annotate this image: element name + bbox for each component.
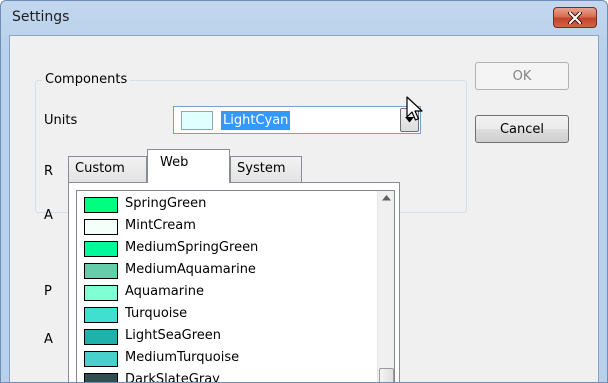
mouse-pointer-icon xyxy=(406,96,423,121)
color-name: MediumSpringGreen xyxy=(125,240,259,255)
color-name: MediumTurquoise xyxy=(125,350,240,365)
close-icon xyxy=(568,11,582,24)
scrollbar-thumb[interactable] xyxy=(379,368,394,382)
tab-system[interactable]: System xyxy=(230,156,302,182)
color-swatch xyxy=(84,373,118,382)
color-swatch xyxy=(84,263,118,279)
units-color-combobox[interactable]: LightCyan xyxy=(173,106,421,134)
color-swatch xyxy=(84,351,118,367)
list-item[interactable]: MediumTurquoise xyxy=(79,348,369,370)
title-bar[interactable]: Settings xyxy=(1,1,607,35)
dialog-client-area: Components Units R A P A LightCyan OK Ca… xyxy=(9,35,599,383)
close-button[interactable] xyxy=(553,7,597,28)
color-name: MintCream xyxy=(125,218,196,233)
list-item[interactable]: LightSeaGreen xyxy=(79,326,369,348)
units-label: Units xyxy=(44,113,78,128)
color-name: Aquamarine xyxy=(125,284,204,299)
color-swatch xyxy=(84,307,118,323)
color-name: LightSeaGreen xyxy=(125,328,222,343)
tab-custom[interactable]: Custom xyxy=(68,156,147,182)
color-name: Turquoise xyxy=(125,306,188,321)
list-item[interactable]: MintCream xyxy=(79,216,369,238)
list-item[interactable]: Turquoise xyxy=(79,304,369,326)
color-list[interactable]: SpringGreen MintCream MediumSpringGreen … xyxy=(76,190,395,383)
web-colors-panel: SpringGreen MintCream MediumSpringGreen … xyxy=(68,182,400,383)
tab-web[interactable]: Web xyxy=(147,149,230,183)
a-label-second: A xyxy=(44,332,53,347)
list-item[interactable]: SpringGreen xyxy=(79,194,369,216)
color-swatch xyxy=(84,219,118,235)
color-swatch xyxy=(84,329,118,345)
components-group-legend: Components xyxy=(42,72,131,87)
color-tabs: Custom Web System xyxy=(68,149,408,183)
list-item[interactable]: Aquamarine xyxy=(79,282,369,304)
color-name: SpringGreen xyxy=(125,196,207,211)
list-item[interactable]: MediumAquamarine xyxy=(79,260,369,282)
list-item[interactable]: MediumSpringGreen xyxy=(79,238,369,260)
window-title: Settings xyxy=(12,9,70,25)
list-item[interactable]: DarkSlateGray xyxy=(79,370,369,383)
color-name: DarkSlateGray xyxy=(125,372,220,383)
list-scrollbar[interactable] xyxy=(377,191,394,382)
cancel-button[interactable]: Cancel xyxy=(475,115,569,143)
r-label: R xyxy=(44,164,54,179)
a-label: A xyxy=(44,208,53,223)
scroll-up-arrow-icon[interactable] xyxy=(382,195,391,201)
color-name: MediumAquamarine xyxy=(125,262,256,277)
color-swatch xyxy=(84,285,118,301)
selected-color-text: LightCyan xyxy=(221,111,291,130)
ok-button[interactable]: OK xyxy=(475,62,569,90)
settings-dialog: Settings Components Units R A P A LightC… xyxy=(0,0,608,383)
p-label: P xyxy=(44,284,52,299)
color-picker-popup: Custom Web System SpringGreen MintCream xyxy=(68,149,408,383)
color-swatch xyxy=(84,241,118,257)
color-swatch xyxy=(84,197,118,213)
selected-color-swatch xyxy=(181,111,213,130)
